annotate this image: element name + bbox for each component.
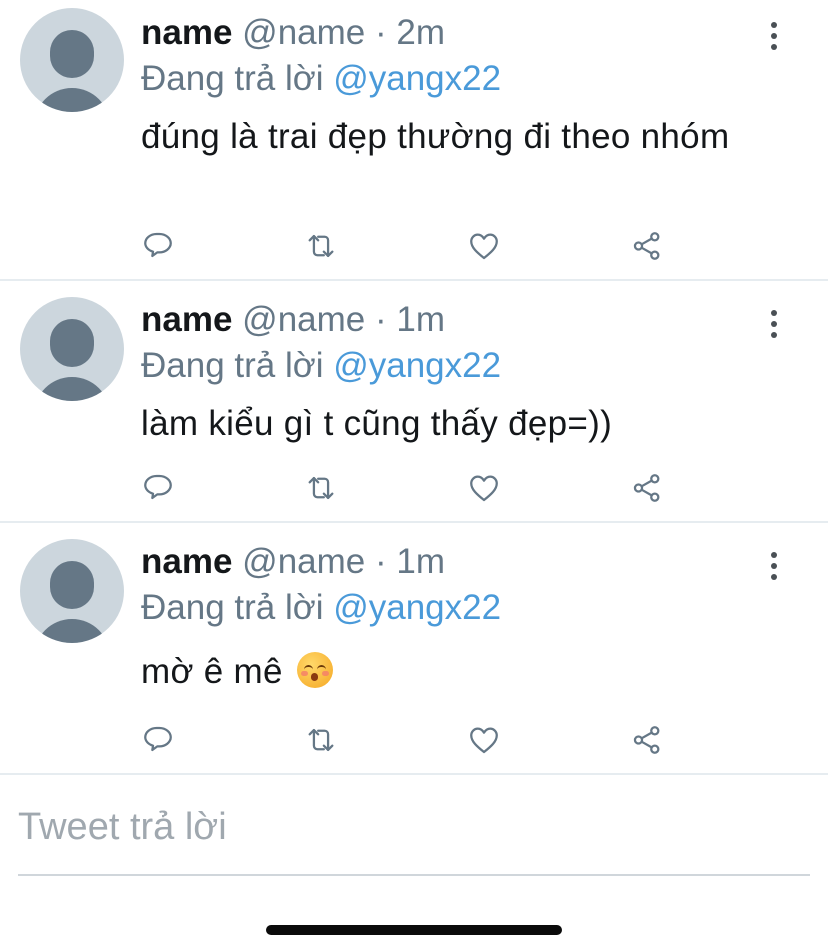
- heart-icon[interactable]: [467, 723, 501, 757]
- tweet[interactable]: name @name · 1m Đang trả lời @yangx22 mờ…: [0, 523, 828, 775]
- home-indicator[interactable]: [266, 925, 562, 935]
- handle[interactable]: @name: [242, 13, 365, 52]
- mention-link[interactable]: @yangx22: [333, 346, 501, 385]
- more-vertical-icon[interactable]: [760, 308, 788, 338]
- separator: ·: [375, 300, 387, 339]
- retweet-icon[interactable]: [304, 229, 338, 263]
- retweet-icon[interactable]: [304, 723, 338, 757]
- reply-icon[interactable]: [141, 471, 175, 505]
- reply-icon[interactable]: [141, 723, 175, 757]
- heart-icon[interactable]: [467, 229, 501, 263]
- tweet-header: name @name · 2m: [141, 13, 445, 53]
- reply-context: Đang trả lời @yangx22: [141, 588, 501, 628]
- handle[interactable]: @name: [242, 542, 365, 581]
- mention-link[interactable]: @yangx22: [333, 588, 501, 627]
- tweet-text: mờ ê mê: [141, 649, 761, 695]
- reply-composer: [18, 800, 810, 876]
- tweet-text: làm kiểu gì t cũng thấy đẹp=)): [141, 404, 613, 443]
- tweet[interactable]: name @name · 1m Đang trả lời @yangx22 là…: [0, 281, 828, 523]
- timestamp[interactable]: 2m: [396, 13, 445, 52]
- separator: ·: [375, 542, 387, 581]
- tweet[interactable]: name @name · 2m Đang trả lời @yangx22 đú…: [0, 0, 828, 281]
- more-vertical-icon[interactable]: [760, 20, 788, 50]
- retweet-icon[interactable]: [304, 471, 338, 505]
- username[interactable]: name: [141, 542, 232, 581]
- tweet-header: name @name · 1m: [141, 542, 445, 582]
- avatar[interactable]: [20, 539, 124, 643]
- share-icon[interactable]: [630, 229, 664, 263]
- timestamp[interactable]: 1m: [396, 300, 445, 339]
- share-icon[interactable]: [630, 723, 664, 757]
- tweet-text-content: mờ ê mê: [141, 652, 283, 691]
- tweet-text: đúng là trai đẹp thường đi theo nhóm: [141, 117, 730, 156]
- heart-icon[interactable]: [467, 471, 501, 505]
- more-vertical-icon[interactable]: [760, 550, 788, 580]
- reply-context: Đang trả lời @yangx22: [141, 59, 501, 99]
- reply-icon[interactable]: [141, 229, 175, 263]
- avatar[interactable]: [20, 297, 124, 401]
- timestamp[interactable]: 1m: [396, 542, 445, 581]
- reply-prefix: Đang trả lời: [141, 346, 324, 385]
- handle[interactable]: @name: [242, 300, 365, 339]
- username[interactable]: name: [141, 13, 232, 52]
- mention-link[interactable]: @yangx22: [333, 59, 501, 98]
- kissing-closed-eyes-emoji: [296, 652, 333, 688]
- username[interactable]: name: [141, 300, 232, 339]
- reply-input[interactable]: [18, 806, 798, 849]
- tweet-header: name @name · 1m: [141, 300, 445, 340]
- separator: ·: [375, 13, 387, 52]
- avatar[interactable]: [20, 8, 124, 112]
- reply-context: Đang trả lời @yangx22: [141, 346, 501, 386]
- share-icon[interactable]: [630, 471, 664, 505]
- reply-prefix: Đang trả lời: [141, 59, 324, 98]
- reply-prefix: Đang trả lời: [141, 588, 324, 627]
